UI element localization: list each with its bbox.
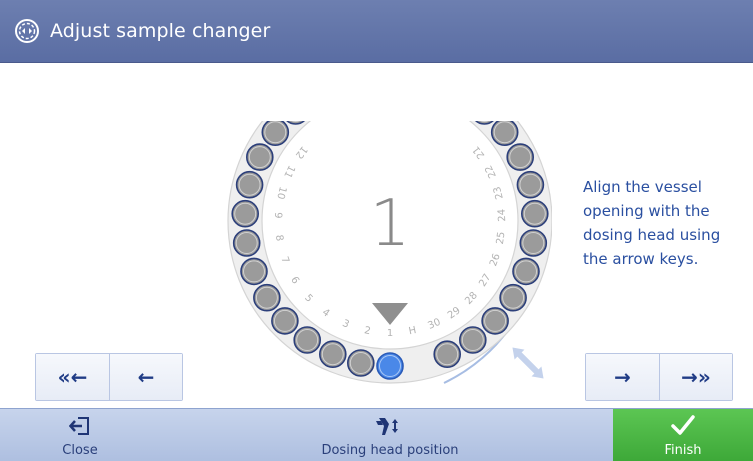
rotate-indicator-icon bbox=[512, 347, 544, 379]
close-label: Close bbox=[62, 443, 98, 458]
checkmark-icon bbox=[671, 415, 695, 435]
fast-back-icon: «← bbox=[57, 365, 88, 389]
dosing-head-position-button[interactable]: Dosing head position bbox=[290, 409, 490, 461]
rack-position-label: 30 bbox=[426, 317, 442, 332]
vessel-slot bbox=[232, 229, 261, 257]
vessel-slot bbox=[293, 326, 321, 354]
dosing-head-label: Dosing head position bbox=[321, 443, 459, 458]
rack-position-label: 21 bbox=[471, 144, 487, 161]
rack-position-label: 28 bbox=[463, 290, 480, 307]
rack-position-label: 24 bbox=[497, 209, 509, 222]
title-bar: Adjust sample changer bbox=[0, 0, 753, 63]
vessel-slot bbox=[499, 283, 527, 312]
rack-position-label: 1 bbox=[387, 328, 393, 339]
vessel-slot bbox=[433, 340, 461, 368]
sample-changer-rack: 123456789101112H 30292827262524232221 1 bbox=[227, 121, 552, 384]
vessel-slot bbox=[481, 307, 509, 335]
vessel-slot bbox=[235, 170, 264, 199]
rotate-right-button[interactable]: → bbox=[586, 354, 659, 400]
vessel-slot bbox=[347, 349, 375, 377]
rack-position-label: 3 bbox=[341, 318, 351, 331]
main-content: «← ← 1 2 3 4 5 6 7 8 9 10 11 12 H 30 29 28 27 26 25 24 23 22 2… bbox=[0, 63, 753, 408]
rotate-circle-icon bbox=[15, 19, 39, 43]
rack-position-label: H bbox=[408, 325, 418, 337]
vessel-slot bbox=[519, 229, 548, 257]
dosing-head-pointer-icon bbox=[372, 303, 408, 325]
vessel-slot bbox=[271, 307, 299, 335]
instruction-text: Align the vessel opening with the dosing… bbox=[583, 178, 721, 268]
vessel-slot bbox=[253, 283, 281, 312]
vessel-slot bbox=[231, 199, 260, 228]
vessel-slot bbox=[376, 352, 404, 380]
fast-rotate-left-button[interactable]: «← bbox=[36, 354, 109, 400]
rotate-left-button[interactable]: ← bbox=[109, 354, 182, 400]
rack-position-label: 12 bbox=[293, 144, 309, 161]
vessel-slot bbox=[240, 257, 268, 286]
bottom-action-bar: Close Dosing head position Finish bbox=[0, 408, 753, 461]
dosing-head-icon bbox=[376, 418, 398, 435]
right-button-group: → →» bbox=[585, 353, 733, 401]
left-button-group: «← ← bbox=[35, 353, 183, 401]
rack-position-label: 11 bbox=[281, 163, 296, 179]
rack-position-label: 10 bbox=[274, 185, 288, 200]
fast-rotate-right-button[interactable]: →» bbox=[659, 354, 732, 400]
finish-button[interactable]: Finish bbox=[613, 409, 753, 461]
fast-forward-icon: →» bbox=[681, 365, 711, 389]
rack-position-label: 4 bbox=[320, 307, 332, 320]
rack-position-label: 6 bbox=[288, 275, 301, 286]
current-position-number: 1 bbox=[370, 187, 411, 261]
vessel-slot bbox=[516, 170, 545, 199]
vessel-slot bbox=[512, 257, 540, 286]
vessel-slot bbox=[458, 326, 487, 354]
rack-position-label: 23 bbox=[492, 185, 506, 200]
vessel-slot bbox=[520, 199, 549, 228]
rack-position-label: 22 bbox=[483, 163, 498, 179]
rack-position-label: 26 bbox=[488, 252, 503, 268]
exit-icon bbox=[69, 417, 89, 435]
rack-position-label: 2 bbox=[363, 325, 371, 337]
back-icon: ← bbox=[137, 365, 155, 389]
page-title: Adjust sample changer bbox=[50, 20, 271, 42]
vessel-slot bbox=[319, 340, 347, 368]
forward-icon: → bbox=[614, 365, 631, 389]
vessel-slot bbox=[490, 121, 519, 146]
rack-position-label: 5 bbox=[302, 292, 314, 304]
close-button[interactable]: Close bbox=[40, 409, 120, 461]
vessel-slot bbox=[506, 143, 535, 171]
rack-position-label: 7 bbox=[278, 255, 291, 265]
rack-position-label: 29 bbox=[446, 305, 463, 321]
rack-position-label: 25 bbox=[495, 231, 508, 245]
vessel-slot bbox=[245, 143, 274, 171]
rack-position-label: 27 bbox=[477, 272, 493, 289]
rack-position-label: 9 bbox=[272, 212, 283, 219]
rack-position-label: 8 bbox=[273, 234, 285, 242]
vessel-slot bbox=[261, 121, 290, 146]
finish-label: Finish bbox=[664, 443, 702, 458]
